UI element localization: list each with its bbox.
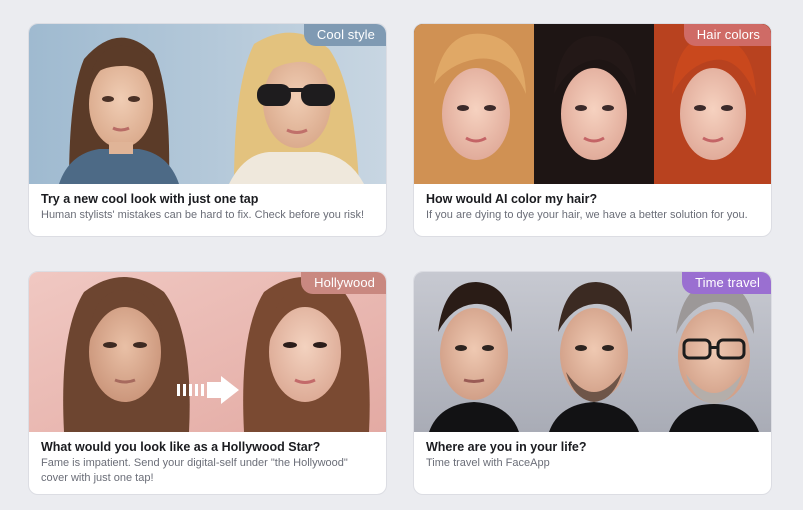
card-hollywood[interactable]: Hollywood What would you look like as a … [28, 271, 387, 495]
card-subtitle: Human stylists' mistakes can be hard to … [41, 209, 365, 221]
card-subtitle: Time travel with FaceApp [426, 457, 550, 469]
badge-cool-style: Cool style [303, 24, 386, 46]
card-subtitle: Fame is impatient. Send your digital-sel… [41, 457, 348, 484]
card-cool-style[interactable]: Cool style Try a new cool look with just… [28, 23, 387, 237]
badge-hair-colors: Hair colors [683, 24, 771, 46]
badge-time-travel: Time travel [682, 272, 771, 294]
card-title: How would AI color my hair? [426, 192, 598, 206]
card-hair-colors[interactable]: Hair colors How would AI color my hair? … [413, 23, 772, 237]
card-title: Where are you in your life? [426, 440, 587, 454]
card-title: What would you look like as a Hollywood … [41, 440, 321, 454]
card-title: Try a new cool look with just one tap [41, 192, 259, 206]
card-subtitle: If you are dying to dye your hair, we ha… [426, 209, 748, 221]
hair-colors-photo [414, 24, 771, 184]
hollywood-photo [29, 272, 386, 432]
cool-style-photo [29, 24, 386, 184]
time-travel-photo [414, 272, 771, 432]
badge-hollywood: Hollywood [301, 272, 386, 294]
card-time-travel[interactable]: Time travel Where are you in your life? … [413, 271, 772, 495]
